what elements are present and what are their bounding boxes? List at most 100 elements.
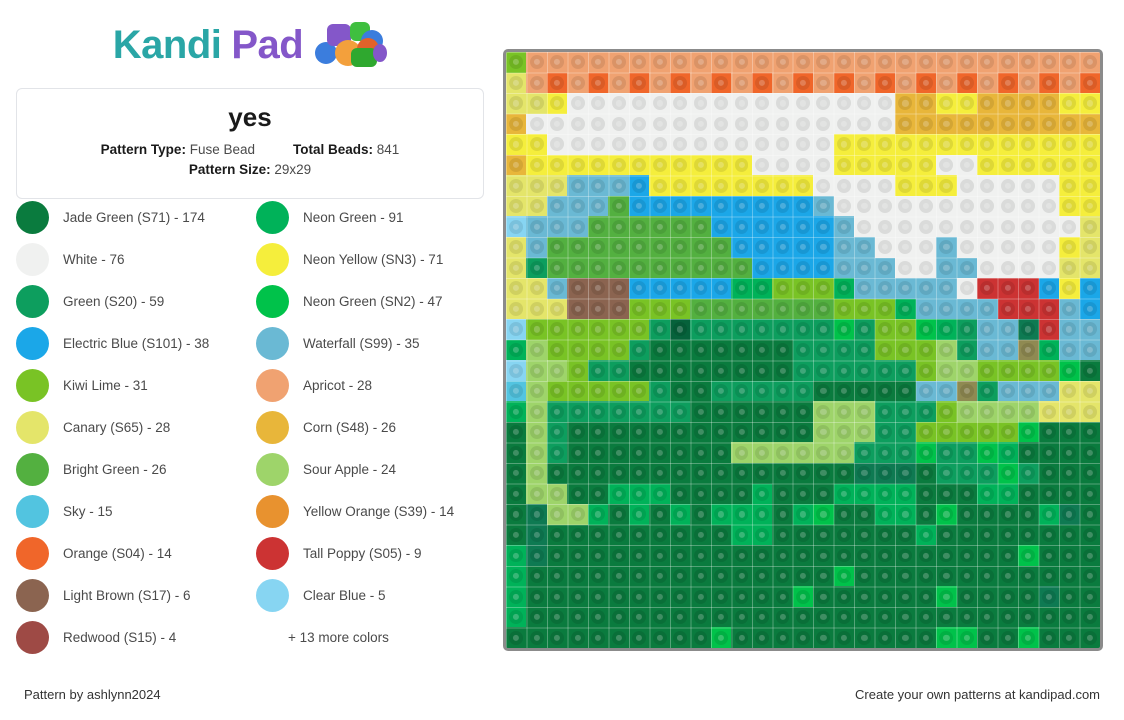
bead-cell[interactable] xyxy=(895,216,916,237)
bead-cell[interactable] xyxy=(956,278,978,299)
bead-cell[interactable] xyxy=(874,421,896,443)
bead-cell[interactable] xyxy=(772,627,793,648)
bead-cell[interactable] xyxy=(690,175,711,196)
bead-cell[interactable] xyxy=(1059,545,1080,566)
bead-cell[interactable] xyxy=(895,113,916,135)
bead-cell[interactable] xyxy=(526,504,547,525)
bead-cell[interactable] xyxy=(731,175,752,196)
bead-cell[interactable] xyxy=(546,360,568,381)
bead-cell[interactable] xyxy=(506,586,527,607)
bead-cell[interactable] xyxy=(669,421,691,443)
bead-cell[interactable] xyxy=(813,586,834,607)
bead-cell[interactable] xyxy=(792,442,814,464)
bead-cell[interactable] xyxy=(567,401,588,422)
bead-cell[interactable] xyxy=(854,298,875,320)
bead-cell[interactable] xyxy=(506,606,527,628)
bead-cell[interactable] xyxy=(506,504,527,525)
bead-cell[interactable] xyxy=(526,236,547,258)
bead-cell[interactable] xyxy=(567,216,588,237)
bead-cell[interactable] xyxy=(915,421,937,443)
bead-cell[interactable] xyxy=(997,565,1019,587)
bead-cell[interactable] xyxy=(1038,134,1060,155)
bead-cell[interactable] xyxy=(1079,257,1100,279)
bead-cell[interactable] xyxy=(874,586,896,607)
bead-cell[interactable] xyxy=(1079,504,1100,525)
bead-cell[interactable] xyxy=(936,93,957,114)
bead-cell[interactable] xyxy=(956,442,978,464)
bead-cell[interactable] xyxy=(608,606,629,628)
bead-cell[interactable] xyxy=(567,257,588,279)
bead-cell[interactable] xyxy=(792,565,814,587)
bead-cell[interactable] xyxy=(690,154,711,176)
bead-cell[interactable] xyxy=(1059,93,1080,114)
bead-cell[interactable] xyxy=(833,586,855,607)
bead-cell[interactable] xyxy=(567,606,588,628)
bead-cell[interactable] xyxy=(936,298,957,320)
bead-cell[interactable] xyxy=(1059,524,1080,546)
bead-cell[interactable] xyxy=(1079,278,1100,299)
bead-cell[interactable] xyxy=(854,278,875,299)
bead-cell[interactable] xyxy=(587,298,609,320)
bead-cell[interactable] xyxy=(628,195,650,217)
bead-cell[interactable] xyxy=(813,216,834,237)
bead-cell[interactable] xyxy=(526,278,547,299)
bead-cell[interactable] xyxy=(546,442,568,464)
bead-cell[interactable] xyxy=(731,93,752,114)
bead-cell[interactable] xyxy=(731,154,752,176)
bead-cell[interactable] xyxy=(833,339,855,361)
bead-cell[interactable] xyxy=(854,421,875,443)
bead-cell[interactable] xyxy=(690,463,711,484)
bead-cell[interactable] xyxy=(587,463,609,484)
bead-cell[interactable] xyxy=(690,195,711,217)
bead-cell[interactable] xyxy=(956,195,978,217)
bead-cell[interactable] xyxy=(546,463,568,484)
bead-cell[interactable] xyxy=(1018,360,1039,381)
bead-cell[interactable] xyxy=(506,545,527,566)
legend-item[interactable]: Neon Yellow (SN3) - 71 xyxy=(256,238,488,280)
bead-cell[interactable] xyxy=(772,524,793,546)
bead-cell[interactable] xyxy=(956,627,978,648)
bead-cell[interactable] xyxy=(1079,524,1100,546)
bead-cell[interactable] xyxy=(669,72,691,94)
bead-cell[interactable] xyxy=(956,504,978,525)
bead-cell[interactable] xyxy=(1038,339,1060,361)
bead-cell[interactable] xyxy=(506,380,527,402)
bead-cell[interactable] xyxy=(977,257,998,279)
bead-cell[interactable] xyxy=(567,442,588,464)
bead-cell[interactable] xyxy=(977,524,998,546)
bead-cell[interactable] xyxy=(628,175,650,196)
bead-cell[interactable] xyxy=(1038,483,1060,505)
bead-cell[interactable] xyxy=(977,606,998,628)
bead-cell[interactable] xyxy=(833,52,855,73)
bead-cell[interactable] xyxy=(772,380,793,402)
bead-cell[interactable] xyxy=(936,421,957,443)
bead-cell[interactable] xyxy=(567,195,588,217)
bead-cell[interactable] xyxy=(813,545,834,566)
bead-cell[interactable] xyxy=(506,72,527,94)
bead-cell[interactable] xyxy=(977,339,998,361)
bead-cell[interactable] xyxy=(1059,401,1080,422)
bead-cell[interactable] xyxy=(567,72,588,94)
legend-item[interactable]: Orange (S04) - 14 xyxy=(16,532,248,574)
bead-cell[interactable] xyxy=(772,236,793,258)
bead-cell[interactable] xyxy=(874,545,896,566)
bead-cell[interactable] xyxy=(587,113,609,135)
bead-cell[interactable] xyxy=(710,524,732,546)
bead-cell[interactable] xyxy=(895,545,916,566)
bead-cell[interactable] xyxy=(546,175,568,196)
bead-cell[interactable] xyxy=(813,298,834,320)
bead-cell[interactable] xyxy=(1038,565,1060,587)
bead-cell[interactable] xyxy=(546,195,568,217)
bead-cell[interactable] xyxy=(772,72,793,94)
bead-cell[interactable] xyxy=(895,236,916,258)
bead-cell[interactable] xyxy=(1038,52,1060,73)
bead-cell[interactable] xyxy=(546,504,568,525)
bead-cell[interactable] xyxy=(854,134,875,155)
bead-cell[interactable] xyxy=(936,524,957,546)
bead-cell[interactable] xyxy=(1018,401,1039,422)
bead-cell[interactable] xyxy=(895,463,916,484)
bead-cell[interactable] xyxy=(751,236,773,258)
bead-cell[interactable] xyxy=(649,380,670,402)
bead-cell[interactable] xyxy=(936,175,957,196)
bead-cell[interactable] xyxy=(1018,236,1039,258)
